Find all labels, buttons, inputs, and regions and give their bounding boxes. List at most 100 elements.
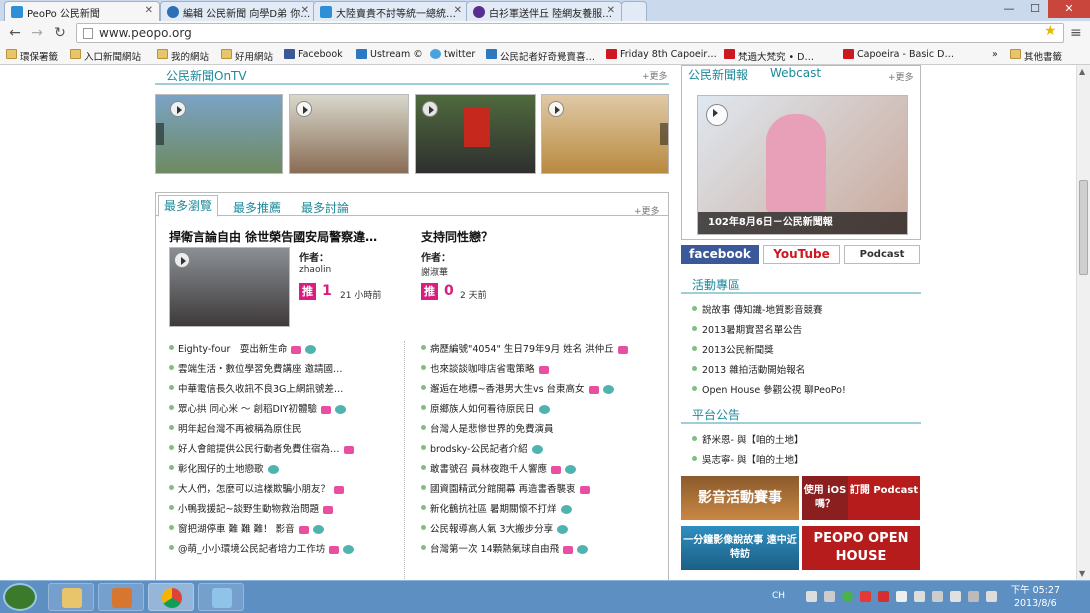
back-arrow-icon[interactable]: ← <box>6 24 24 42</box>
browser-tab[interactable]: 編輯 公民新聞 向學D弟 你… ✕ <box>160 1 316 21</box>
taskbar-chrome[interactable] <box>148 583 194 611</box>
youtube-button[interactable]: YouTube <box>763 245 840 264</box>
facebook-button[interactable]: facebook <box>681 245 759 264</box>
list-item[interactable]: 國資園精武分館開幕 再造書香襲衷 <box>421 481 590 495</box>
more-bookmarks-button[interactable]: » <box>992 49 998 60</box>
event-item[interactable]: 2013公民新聞獎 <box>692 342 774 356</box>
bookmark-folder[interactable]: 環保署籤 <box>6 49 58 63</box>
tray-app-icon[interactable] <box>842 591 853 602</box>
announcement-item[interactable]: 吳志寧- 與【咱的土地】 <box>692 452 803 466</box>
play-icon[interactable] <box>706 104 728 126</box>
list-item[interactable]: 窗把湖停車 難 難 難！ 影音 <box>169 521 324 535</box>
bookmark-link[interactable]: 公民記者好奇覺賣喜… <box>486 49 595 63</box>
ontv-thumbnail[interactable] <box>155 94 283 174</box>
tab-most-discussed[interactable]: 最多討論 <box>301 199 349 216</box>
play-icon[interactable] <box>296 101 312 117</box>
forward-arrow-icon[interactable]: → <box>28 24 46 42</box>
browser-tab[interactable]: 白衫軍送伴丘 陸網友養服… ✕ <box>466 1 622 21</box>
language-indicator[interactable]: CH <box>772 591 785 601</box>
play-icon[interactable] <box>422 101 438 117</box>
list-item[interactable]: 眾心拱 同心米 ～ 創稻DIY初體驗 <box>169 401 346 415</box>
tray-app-icon[interactable] <box>914 591 925 602</box>
list-item[interactable]: brodsky-公民記者介紹 <box>421 441 543 455</box>
list-item[interactable]: 新化鶴抗社區 暑期關懷不打烊 <box>421 501 572 515</box>
play-icon[interactable] <box>174 252 190 268</box>
taskbar-explorer[interactable] <box>48 583 94 611</box>
list-item[interactable]: 邂逅在地標~香港男大生vs 台東高女 <box>421 381 614 395</box>
scrollbar-thumb[interactable] <box>1079 180 1088 275</box>
taskbar-paint[interactable] <box>198 583 244 611</box>
close-window-icon[interactable]: ✕ <box>1048 0 1090 18</box>
play-icon[interactable] <box>170 101 186 117</box>
video-contest-banner[interactable]: 影音活動賽事 <box>681 476 799 520</box>
list-item[interactable]: 敢書號召 員林夜跑千人響應 <box>421 461 577 475</box>
push-badge[interactable]: 推 <box>421 283 438 300</box>
tray-app-icon[interactable] <box>968 591 979 602</box>
close-tab-icon[interactable]: ✕ <box>145 5 153 16</box>
volume-icon[interactable] <box>950 591 961 602</box>
news-video-player[interactable]: 102年8月6日－公民新聞報 <box>697 95 908 235</box>
scrollbar[interactable]: ▲ ▼ <box>1076 65 1090 580</box>
list-item[interactable]: 病歷編號"4054" 生日79年9月 姓名 洪仲丘 <box>421 341 628 355</box>
popular-more-link[interactable]: +更多 <box>634 204 660 217</box>
bookmark-folder[interactable]: 我的網站 <box>157 49 209 63</box>
event-item[interactable]: 2013 雜拍活動開始報名 <box>692 362 805 376</box>
list-item[interactable]: Eighty-four 耍出新生命 <box>169 341 317 355</box>
push-badge[interactable]: 推 <box>299 283 316 300</box>
new-tab-button[interactable] <box>621 1 647 21</box>
open-house-banner[interactable]: PEOPO OPEN HOUSE <box>802 526 920 570</box>
ios-banner[interactable]: 使用 iOS嗎？ <box>802 476 848 520</box>
bookmark-link[interactable]: Ustream © <box>356 49 423 60</box>
close-tab-icon[interactable]: ✕ <box>607 5 615 16</box>
event-item[interactable]: 2013暑期實習名單公告 <box>692 322 802 336</box>
reload-icon[interactable]: ↻ <box>51 24 69 42</box>
list-item[interactable]: 明年起台灣不再被稱為原住民 <box>169 421 302 435</box>
list-item[interactable]: @萌_小小環境公民記者培力工作坊 <box>169 541 355 555</box>
podcast-subscribe-banner[interactable]: 訂閱 Podcast <box>848 476 920 520</box>
minimize-icon[interactable]: — <box>996 0 1022 18</box>
address-bar[interactable]: www.peopo.org <box>76 23 1064 43</box>
list-item[interactable]: 好人會館提供公民行動者免費住宿為… <box>169 441 354 455</box>
ontv-thumbnail[interactable] <box>541 94 669 174</box>
ontv-more-link[interactable]: +更多 <box>642 69 668 82</box>
bookmark-link[interactable]: twitter <box>430 49 475 60</box>
list-item[interactable]: 也來談談咖啡店省電策略 <box>421 361 549 375</box>
tray-app-icon[interactable] <box>986 591 997 602</box>
author-name[interactable]: zhaolin <box>299 265 331 275</box>
author-name[interactable]: 謝淑華 <box>421 265 448 278</box>
news-more-link[interactable]: +更多 <box>888 70 914 83</box>
browser-tab[interactable]: PeoPo 公民新聞 ✕ <box>4 1 160 21</box>
tab-most-viewed[interactable]: 最多瀏覽 <box>158 195 219 217</box>
tray-app-icon[interactable] <box>860 591 871 602</box>
ontv-thumbnail[interactable] <box>289 94 409 174</box>
podcast-button[interactable]: Podcast <box>844 245 920 264</box>
bookmark-link[interactable]: 梵過大梵究 • D… <box>724 49 814 63</box>
list-item[interactable]: 小鴨我援記~談野生動物救治問題 <box>169 501 333 515</box>
list-item[interactable]: 原鄉族人如何看待原民日 <box>421 401 550 415</box>
list-item[interactable]: 台灣第一次 14顆熱氣球自由飛 <box>421 541 589 555</box>
menu-icon[interactable]: ≡ <box>1070 25 1082 41</box>
tray-app-icon[interactable] <box>896 591 907 602</box>
close-tab-icon[interactable]: ✕ <box>301 5 309 16</box>
network-icon[interactable] <box>932 591 943 602</box>
bookmark-star-icon[interactable]: ★ <box>1044 23 1057 39</box>
featured-headline[interactable]: 支持同性戀？ <box>421 228 493 245</box>
keyboard-icon[interactable] <box>806 591 817 602</box>
maximize-icon[interactable]: ☐ <box>1022 0 1048 18</box>
list-item[interactable]: 公民報導高人氣 3大搬步分享 <box>421 521 569 535</box>
list-item[interactable]: 彰化囤仔的土地戀歌 <box>169 461 279 475</box>
ontv-thumbnail[interactable] <box>415 94 536 174</box>
carousel-next-icon[interactable] <box>660 123 668 145</box>
close-tab-icon[interactable]: ✕ <box>454 5 462 16</box>
clock[interactable]: 下午 05:27 2013/8/6 <box>1011 584 1060 610</box>
bookmark-folder[interactable]: 入口新聞網站 <box>70 49 141 63</box>
taskbar-app[interactable] <box>98 583 144 611</box>
scroll-up-icon[interactable]: ▲ <box>1079 67 1085 76</box>
carousel-prev-icon[interactable] <box>156 123 164 145</box>
featured-thumbnail[interactable] <box>169 247 290 327</box>
announcement-item[interactable]: 舒米恩- 與【咱的土地】 <box>692 432 803 446</box>
featured-headline[interactable]: 捍衛言論自由 徐世榮告國安局警察違… <box>169 228 377 245</box>
settings-icon[interactable] <box>824 591 835 602</box>
list-item[interactable]: 雲端生活・數位學習免費講座 邀請國… <box>169 361 343 375</box>
bookmark-folder[interactable]: 其他書籤 <box>1010 49 1062 63</box>
